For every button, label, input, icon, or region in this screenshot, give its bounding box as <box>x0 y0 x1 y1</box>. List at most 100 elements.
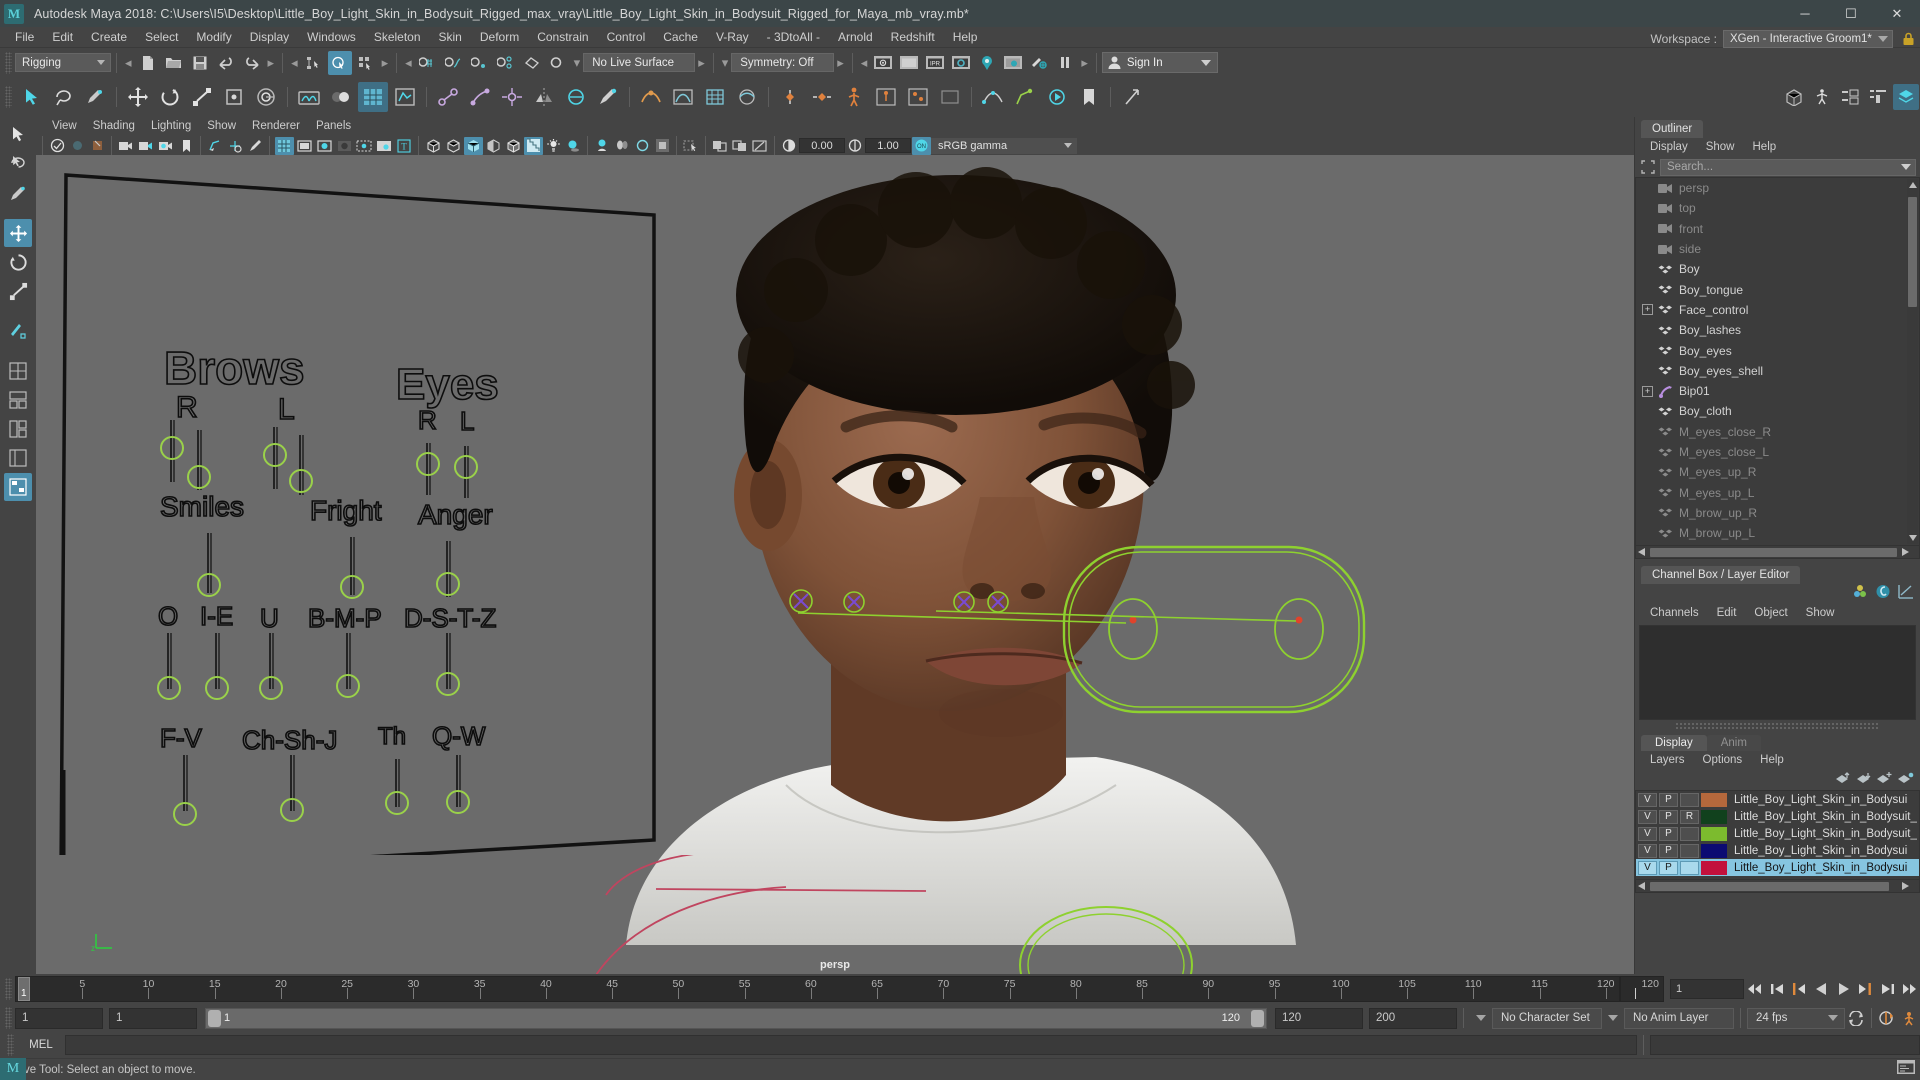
menu-arnold[interactable]: Arnold <box>829 27 882 48</box>
layer-row[interactable]: V P Little_Boy_Light_Skin_in_Bodysui <box>1636 842 1919 859</box>
move-tool[interactable] <box>4 219 32 247</box>
menu-constrain[interactable]: Constrain <box>528 27 597 48</box>
menuset-dropdown[interactable]: Rigging <box>15 53 111 72</box>
playback-speed-dropdown[interactable]: 24 fps <box>1747 1007 1845 1029</box>
close-button[interactable]: ✕ <box>1874 0 1920 27</box>
outliner-item-boy_tongue[interactable]: Boy_tongue <box>1636 279 1919 299</box>
step-forward-key-button[interactable] <box>1876 977 1898 1001</box>
outliner-item-m_eyes_close_l[interactable]: M_eyes_close_L <box>1636 442 1919 462</box>
layer-tab-display[interactable]: Display <box>1641 735 1707 751</box>
layer-color-swatch[interactable] <box>1701 843 1727 858</box>
toolbar-grip[interactable] <box>5 51 12 74</box>
create-joint-button[interactable] <box>433 82 463 112</box>
scale-tool[interactable] <box>4 277 32 305</box>
character-set-dropdown-icon[interactable] <box>1476 1015 1486 1021</box>
menu-v-ray[interactable]: V-Ray <box>707 27 758 48</box>
menu-deform[interactable]: Deform <box>471 27 528 48</box>
expand-toggle-icon[interactable]: + <box>1642 304 1653 316</box>
command-result-field[interactable] <box>1650 1035 1920 1055</box>
menu-redshift[interactable]: Redshift <box>882 27 944 48</box>
outliner-layout-button[interactable] <box>1865 84 1891 110</box>
layer-p-toggle[interactable]: P <box>1659 843 1678 858</box>
snap-to-grid-button[interactable] <box>416 51 440 75</box>
layout-hypergraph[interactable] <box>4 473 32 501</box>
select-by-object-button[interactable] <box>327 50 352 75</box>
collapse-arrow-right-icon[interactable]: ▸ <box>265 55 278 71</box>
layer-v-toggle[interactable]: V <box>1638 843 1657 858</box>
layer-menu-options[interactable]: Options <box>1694 751 1752 770</box>
move-tool-button[interactable] <box>123 82 153 112</box>
snap-to-view-plane-button[interactable] <box>520 51 544 75</box>
hik-definition-button[interactable] <box>903 82 933 112</box>
ipr-render-button[interactable]: IPR <box>923 51 947 75</box>
xray-joints-icon-2[interactable] <box>751 137 770 155</box>
toggle-render-view-button[interactable] <box>1027 51 1051 75</box>
channelbox-menu-object[interactable]: Object <box>1745 604 1796 623</box>
camera-settings-icon[interactable] <box>137 137 156 155</box>
layer-row[interactable]: V P Little_Boy_Light_Skin_in_Bodysuit_Ri <box>1636 825 1919 842</box>
viewport-menu-renderer[interactable]: Renderer <box>244 117 308 136</box>
uv-editor-button[interactable] <box>358 82 388 112</box>
outliner-item-side[interactable]: side <box>1636 239 1919 259</box>
go-to-start-button[interactable] <box>1744 977 1766 1001</box>
scroll-thumb[interactable] <box>1908 197 1917 307</box>
expand-toggle-icon[interactable]: + <box>1642 385 1653 397</box>
layer-color-swatch[interactable] <box>1701 809 1727 824</box>
layer-hscroll-left-icon[interactable] <box>1638 877 1646 895</box>
tab-outliner[interactable]: Outliner <box>1641 120 1704 138</box>
character-set-field[interactable]: No Character Set <box>1492 1007 1602 1029</box>
resolution-gate-icon[interactable] <box>315 137 334 155</box>
outliner-item-boy_eyes[interactable]: Boy_eyes <box>1636 340 1919 360</box>
camera-attributes-icon[interactable] <box>117 137 136 155</box>
outliner-tree[interactable]: persp top front side Boy Boy_tongue + Face_cont… <box>1635 177 1920 546</box>
constraint-button[interactable] <box>1117 82 1147 112</box>
outliner-item-front[interactable]: front <box>1636 219 1919 239</box>
dof-icon[interactable] <box>613 137 632 155</box>
shaded-half-icon[interactable] <box>484 137 503 155</box>
new-layer-icon[interactable] <box>1876 771 1893 790</box>
snap-dropdown-arrow-icon[interactable]: ▾ <box>571 55 584 71</box>
live-surface-field[interactable]: No Live Surface <box>583 53 696 72</box>
mirror-joint-button[interactable] <box>529 82 559 112</box>
layer-p-toggle[interactable]: P <box>1659 860 1678 875</box>
current-time-indicator[interactable]: 1 <box>18 977 30 1001</box>
viewport-menu-show[interactable]: Show <box>199 117 244 136</box>
layer-tab-anim[interactable]: Anim <box>1706 735 1761 751</box>
layout-single-pane[interactable] <box>4 357 32 385</box>
layer-layout-button[interactable] <box>1893 84 1919 110</box>
layer-hscroll-thumb[interactable] <box>1650 881 1889 891</box>
menu-control[interactable]: Control <box>598 27 655 48</box>
set-key-button[interactable] <box>775 82 805 112</box>
modeling-toolkit-icon[interactable] <box>1898 584 1914 604</box>
outliner-item-boy_cloth[interactable]: Boy_cloth <box>1636 401 1919 421</box>
menu-modify[interactable]: Modify <box>187 27 240 48</box>
layer-row[interactable]: V P Little_Boy_Light_Skin_in_Bodysui <box>1636 859 1919 876</box>
hscroll-right-icon[interactable] <box>1901 543 1909 561</box>
aa-icon[interactable] <box>593 137 612 155</box>
select-by-hierarchy-button[interactable] <box>302 51 326 75</box>
set-key-translate-button[interactable] <box>807 82 837 112</box>
layer-hscroll-right-icon[interactable] <box>1901 877 1909 895</box>
outliner-item-m_eyes_up_l[interactable]: M_eyes_up_L <box>1636 482 1919 502</box>
character-pose-button[interactable] <box>839 82 869 112</box>
tab-channel-box[interactable]: Channel Box / Layer Editor <box>1641 566 1801 584</box>
anim-end-field[interactable]: 200 <box>1369 1007 1457 1029</box>
motion-trail-button[interactable] <box>978 82 1008 112</box>
collapse-arrow-right-icon-3[interactable]: ▸ <box>695 55 708 71</box>
two-d-pan-zoom-icon[interactable] <box>226 137 245 155</box>
wrap-deformer-button[interactable] <box>732 82 762 112</box>
loop-playback-button[interactable] <box>1845 1006 1867 1030</box>
render-settings-button[interactable] <box>949 51 973 75</box>
outliner-vertical-scrollbar[interactable] <box>1907 179 1918 544</box>
symmetry-dropdown-arrow-icon[interactable]: ▾ <box>719 55 732 71</box>
motion-blur-icon[interactable] <box>633 137 652 155</box>
symmetry-field[interactable]: Symmetry: Off <box>731 53 835 72</box>
channelbox-menu-edit[interactable]: Edit <box>1708 604 1746 623</box>
open-scene-button[interactable] <box>162 51 186 75</box>
menu-help[interactable]: Help <box>944 27 987 48</box>
skeleton-layout-button[interactable] <box>1809 84 1835 110</box>
make-live-button[interactable] <box>546 51 570 75</box>
layout-three-pane[interactable] <box>4 415 32 443</box>
channel-box-icon[interactable] <box>1852 584 1868 604</box>
layout-preset-button[interactable] <box>1781 84 1807 110</box>
